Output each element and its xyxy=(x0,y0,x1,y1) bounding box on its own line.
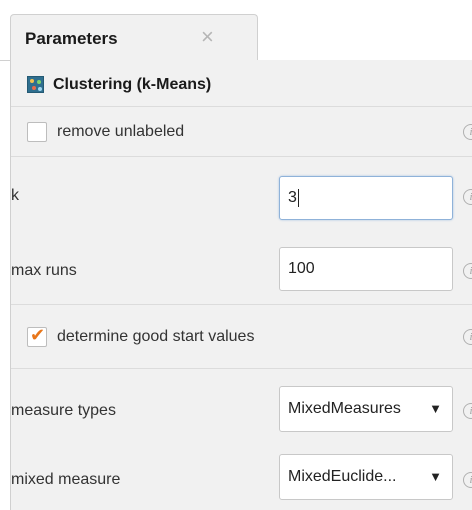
tab-parameters[interactable]: Parameters × xyxy=(10,14,258,61)
good-start-values-label: determine good start values xyxy=(57,328,255,345)
remove-unlabeled-label: remove unlabeled xyxy=(57,123,185,140)
good-start-values-checkbox[interactable]: ✔ xyxy=(27,325,47,347)
checkmark-icon: ✔ xyxy=(30,325,46,345)
close-icon[interactable]: × xyxy=(201,24,214,50)
operator-header: Clustering (k-Means) xyxy=(11,70,472,98)
info-icon[interactable]: i xyxy=(463,124,472,140)
tab-bar: Parameters × xyxy=(0,0,472,61)
mixed-measure-select[interactable]: MixedEuclide... ▼ xyxy=(279,454,453,500)
tab-title: Parameters xyxy=(25,29,118,48)
max-runs-input[interactable]: 100 xyxy=(279,247,453,291)
param-remove-unlabeled: remove unlabeled i xyxy=(11,106,472,158)
measure-types-select[interactable]: MixedMeasures ▼ xyxy=(279,386,453,432)
k-label: k xyxy=(11,187,19,204)
info-icon[interactable]: i xyxy=(463,472,472,488)
param-measure-types: measure types MixedMeasures ▼ i xyxy=(11,368,472,434)
param-k: k 3 i xyxy=(11,156,472,232)
mixed-measure-value: MixedEuclide... xyxy=(288,468,397,485)
chevron-down-icon: ▼ xyxy=(429,469,442,484)
remove-unlabeled-checkbox[interactable] xyxy=(27,122,47,142)
max-runs-label: max runs xyxy=(11,262,77,279)
k-value: 3 xyxy=(288,189,297,206)
operator-title: Clustering (k-Means) xyxy=(53,76,212,93)
param-good-start-values: ✔ determine good start values i xyxy=(11,304,472,366)
k-input[interactable]: 3 xyxy=(279,176,453,220)
info-icon[interactable]: i xyxy=(463,189,472,205)
info-icon[interactable]: i xyxy=(463,263,472,279)
param-mixed-measure: mixed measure MixedEuclide... ▼ i xyxy=(11,434,472,504)
measure-types-value: MixedMeasures xyxy=(288,400,401,417)
chevron-down-icon: ▼ xyxy=(429,401,442,416)
param-max-runs: max runs 100 i xyxy=(11,232,472,296)
parameters-panel: Clustering (k-Means) remove unlabeled i … xyxy=(10,60,472,510)
info-icon[interactable]: i xyxy=(463,329,472,345)
clustering-icon xyxy=(27,76,44,93)
mixed-measure-label: mixed measure xyxy=(11,471,121,488)
info-icon[interactable]: i xyxy=(463,403,472,419)
measure-types-label: measure types xyxy=(11,402,116,419)
max-runs-value: 100 xyxy=(288,260,315,277)
text-caret xyxy=(297,188,299,207)
